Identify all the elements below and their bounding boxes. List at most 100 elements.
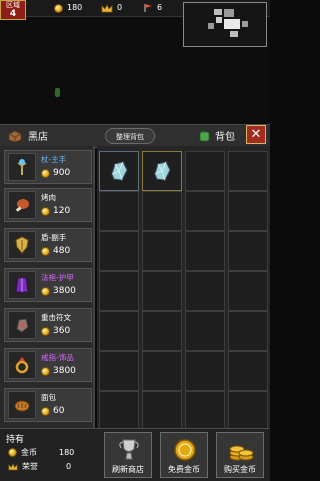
shop-item-price: 900	[41, 168, 70, 178]
shop-box-icon	[8, 130, 22, 142]
buy-gold-button[interactable]: 购买金币	[216, 432, 264, 478]
holdings-gold-label: 金币	[21, 448, 37, 457]
shop-item-name: 法袍-护甲	[41, 273, 74, 282]
refresh-shop-label: 刷新商店	[112, 465, 144, 474]
bag-slot[interactable]	[228, 271, 268, 311]
crown-icon	[8, 462, 18, 470]
bag-slot[interactable]	[185, 391, 225, 431]
price-value: 360	[53, 326, 71, 336]
meat-icon	[8, 191, 36, 219]
bag-slot[interactable]	[142, 271, 182, 311]
holdings-title: 持有	[6, 435, 25, 445]
buy-gold-label: 购买金币	[224, 465, 256, 474]
shield-icon	[8, 231, 36, 259]
bag-slot[interactable]	[228, 391, 268, 431]
crown-icon	[101, 3, 113, 12]
refresh-shop-button[interactable]: 刷新商店	[104, 432, 152, 478]
bag-slot[interactable]	[228, 311, 268, 351]
coin-icon	[41, 246, 50, 256]
shop-item-price: 60	[41, 406, 64, 416]
gold-coin-icon	[54, 3, 63, 13]
price-value: 3800	[53, 286, 76, 296]
shop-item-meat[interactable]: 烤肉 120	[4, 188, 92, 222]
bag-slot[interactable]	[99, 231, 139, 271]
price-value: 900	[53, 168, 71, 178]
price-value: 60	[53, 406, 65, 416]
price-value: 120	[53, 206, 71, 216]
shop-item-shield[interactable]: 盾-副手 480	[4, 228, 92, 262]
bag-slot[interactable]	[228, 191, 268, 231]
tab-bag-label: 背包	[215, 132, 235, 143]
shop-item-bread[interactable]: 面包 60	[4, 388, 92, 422]
gold-counter: 180	[54, 2, 82, 14]
bag-slot[interactable]	[228, 231, 268, 271]
crystal-gem-icon	[111, 161, 128, 181]
shop-item-ring[interactable]: 戒指-饰品 3800	[4, 348, 92, 382]
price-value: 3800	[53, 366, 76, 376]
bag-slot[interactable]	[185, 191, 225, 231]
shop-item-rune[interactable]: 重击符文 360	[4, 308, 92, 342]
bag-slot[interactable]	[142, 311, 182, 351]
flag-counter: 6	[143, 2, 162, 14]
crown-counter: 0	[101, 2, 122, 14]
robe-icon	[8, 271, 36, 299]
bag-slot[interactable]	[142, 351, 182, 391]
free-gold-button[interactable]: 免费金币	[160, 432, 208, 478]
trophy-icon	[119, 439, 139, 460]
gold-coin-icon	[174, 439, 196, 461]
holdings-gold: 金币 180	[8, 447, 74, 458]
shop-item-price: 480	[41, 246, 70, 256]
bag-slot[interactable]	[185, 151, 225, 191]
region-label: 区域	[6, 1, 20, 9]
bag-slot[interactable]	[185, 311, 225, 351]
shop-item-price: 3800	[41, 366, 76, 376]
bag-slot[interactable]	[99, 151, 139, 191]
backpack-icon	[199, 130, 210, 142]
gold-value: 180	[67, 3, 83, 12]
holdings-gold-value: 180	[59, 448, 75, 457]
bag-slot[interactable]	[228, 151, 268, 191]
crown-value: 0	[117, 3, 123, 12]
bag-panel	[97, 146, 270, 431]
shop-item-robe[interactable]: 法袍-护甲 3800	[4, 268, 92, 302]
coin-icon	[41, 206, 50, 216]
region-badge: 区域 4	[0, 0, 26, 20]
bag-slot[interactable]	[99, 391, 139, 431]
bag-slot[interactable]	[99, 351, 139, 391]
minimap[interactable]	[183, 2, 267, 47]
bag-slot[interactable]	[142, 391, 182, 431]
bag-slot[interactable]	[99, 311, 139, 351]
coin-icon	[41, 366, 50, 376]
bag-slot[interactable]	[228, 351, 268, 391]
ring-icon	[8, 351, 36, 379]
sort-bag-button[interactable]: 整理背包	[105, 128, 155, 144]
tab-shop[interactable]: 黑店	[8, 128, 48, 143]
coin-icon	[41, 286, 50, 296]
bag-slot[interactable]	[142, 231, 182, 271]
close-button[interactable]: ✕	[246, 125, 266, 144]
crystal-gem-icon	[154, 161, 171, 181]
shop-item-staff[interactable]: 杖-主手 900	[4, 150, 92, 184]
bag-slot[interactable]	[142, 191, 182, 231]
gold-coin-icon	[8, 448, 17, 457]
shop-item-name: 烤肉	[41, 193, 56, 202]
bag-slot[interactable]	[185, 351, 225, 391]
bread-icon	[8, 391, 36, 419]
region-number: 4	[9, 9, 17, 19]
bag-slot[interactable]	[99, 191, 139, 231]
shop-item-name: 杖-主手	[41, 155, 67, 164]
bag-slot[interactable]	[142, 151, 182, 191]
coin-icon	[41, 406, 50, 416]
coin-stack-icon	[229, 445, 254, 461]
flag-icon	[144, 4, 152, 12]
bag-slot[interactable]	[185, 231, 225, 271]
free-gold-label: 免费金币	[168, 465, 200, 474]
shop-item-name: 盾-副手	[41, 233, 67, 242]
bag-slot[interactable]	[185, 271, 225, 311]
shop-item-price: 3800	[41, 286, 76, 296]
tab-bag[interactable]: 背包	[198, 128, 235, 143]
holdings-honor-label: 荣誉	[22, 462, 38, 471]
flag-value: 6	[157, 3, 163, 12]
shop-item-price: 360	[41, 326, 70, 336]
bag-slot[interactable]	[99, 271, 139, 311]
